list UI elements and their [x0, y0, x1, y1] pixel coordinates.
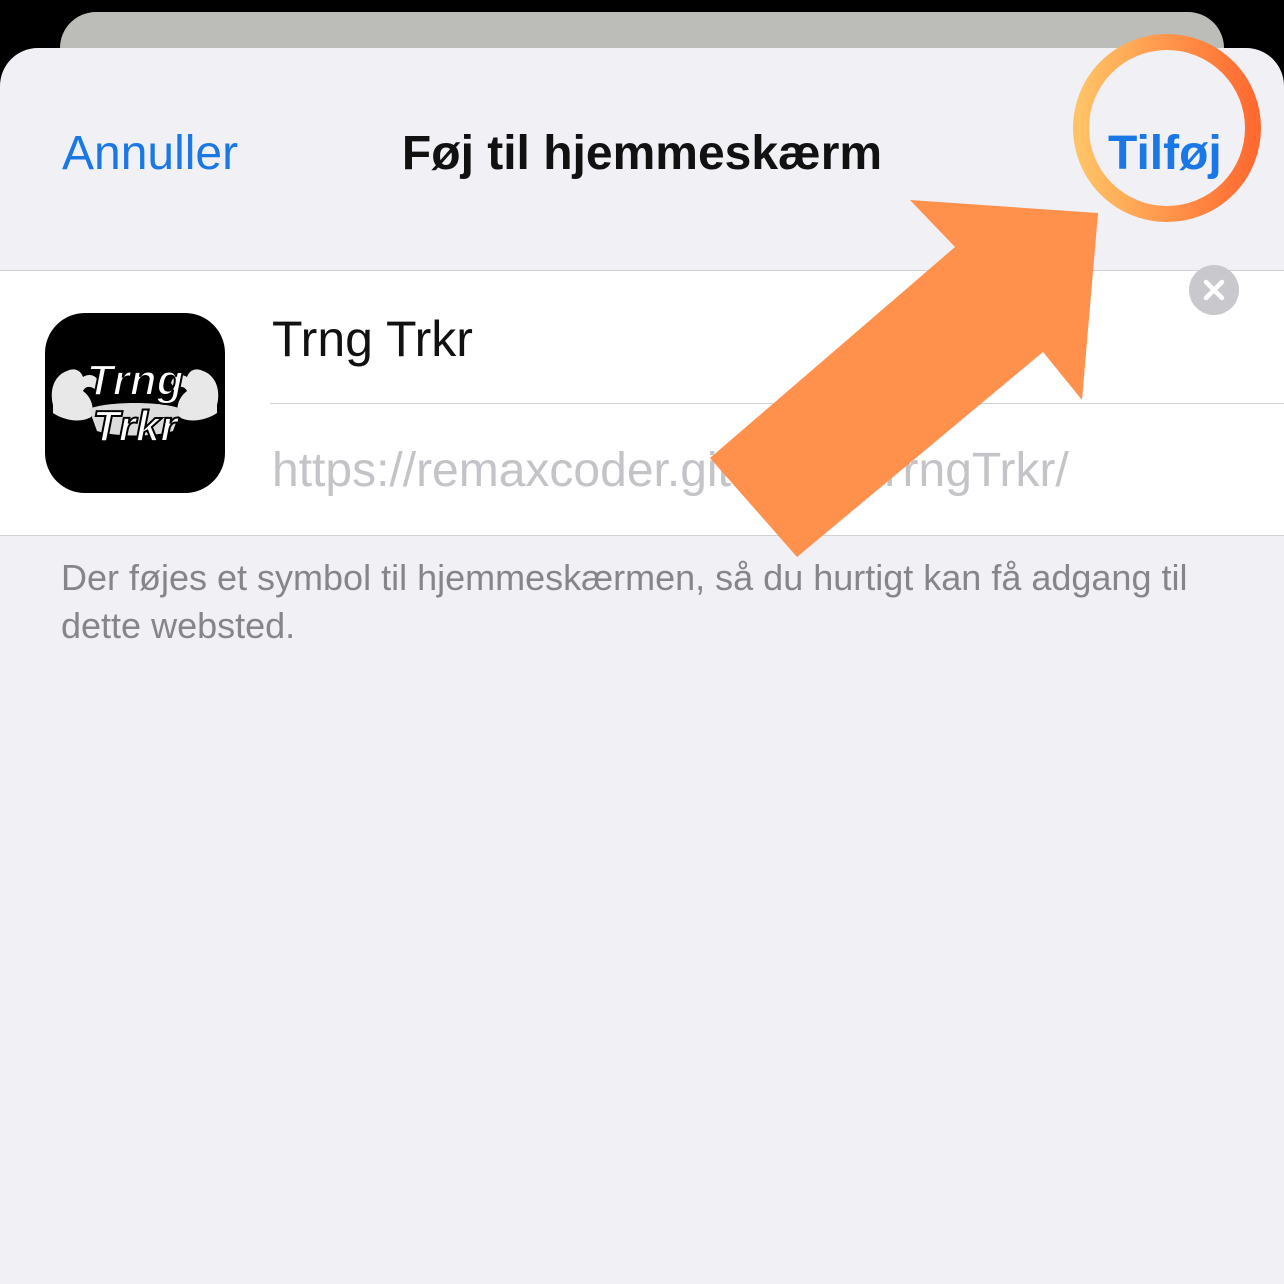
url-text: https://remaxcoder.github.io/TrngTrkr/ — [272, 444, 1069, 497]
add-to-home-sheet: Føj til hjemmeskærm Annuller Tilføj Trng… — [0, 48, 1284, 1284]
name-field[interactable] — [272, 309, 1152, 369]
footer-note: Der føjes et symbol til hjemmeskærmen, s… — [61, 557, 1188, 646]
clear-button[interactable] — [1189, 265, 1239, 315]
icon-text-line2: Trkr — [93, 402, 181, 451]
field-divider — [270, 403, 1284, 404]
add-button[interactable]: Tilføj — [1108, 126, 1222, 182]
app-icon: Trng Trkr — [45, 313, 225, 493]
form-card: Trng Trkr https://remaxcoder.github.io/T… — [0, 270, 1284, 536]
icon-text-line1: Trng — [87, 356, 184, 405]
cancel-button[interactable]: Annuller — [62, 126, 238, 182]
flexing-arms-logo-icon: Trng Trkr — [51, 355, 219, 452]
close-icon — [1203, 279, 1225, 301]
